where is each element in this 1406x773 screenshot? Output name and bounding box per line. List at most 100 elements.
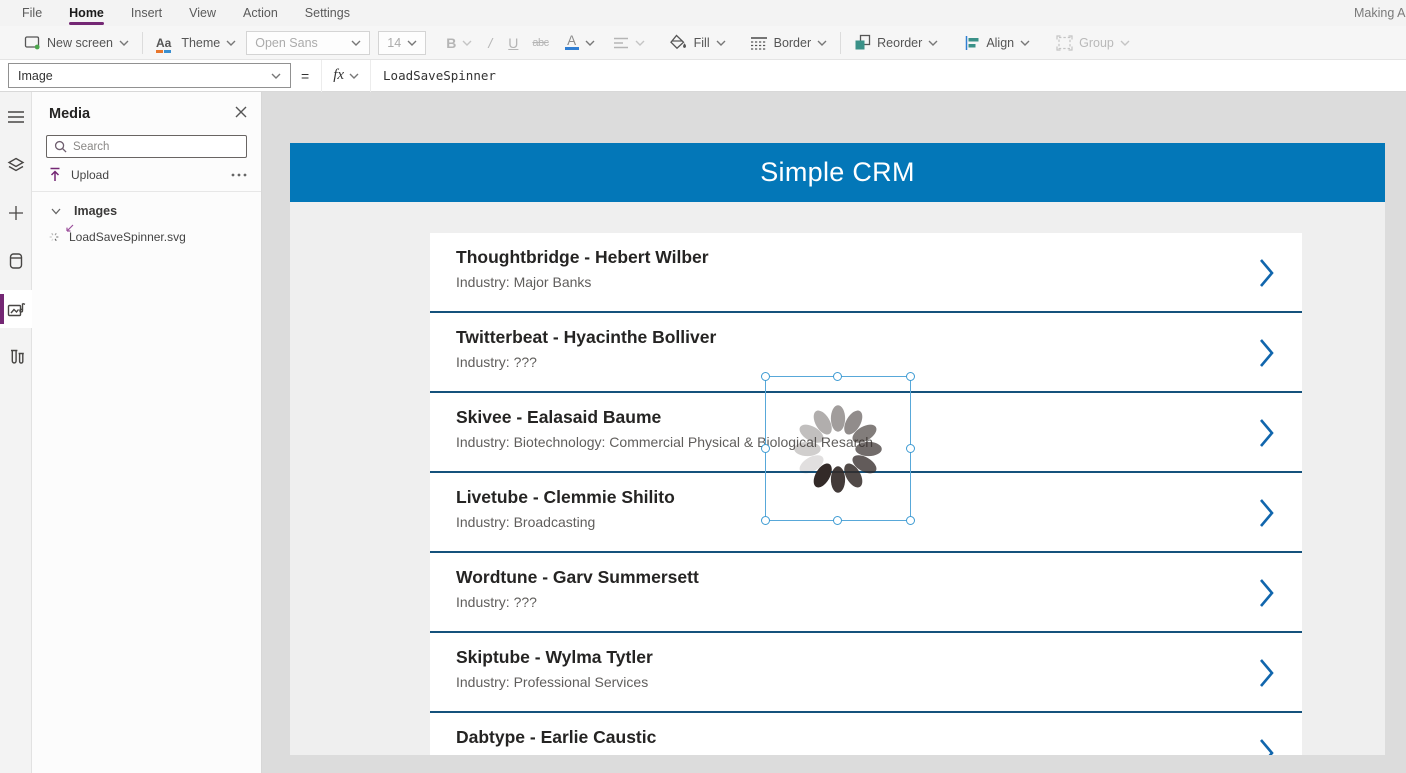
font-color-icon: A (564, 34, 579, 50)
font-color-button[interactable]: A (561, 30, 599, 56)
close-panel-button[interactable] (235, 105, 247, 123)
formula-bar: Image = fx LoadSaveSpinner (0, 59, 1406, 92)
more-options-button[interactable] (231, 173, 247, 177)
images-section-header[interactable]: Images (32, 192, 261, 218)
row-chevron-icon[interactable] (1259, 658, 1275, 688)
media-panel: Media Upload Images (32, 92, 262, 773)
rail-data-button[interactable] (0, 242, 32, 280)
app-title: Simple CRM (760, 157, 915, 187)
bold-button[interactable]: B (442, 30, 476, 56)
media-search-input[interactable] (73, 140, 213, 153)
row-chevron-icon[interactable] (1259, 338, 1275, 368)
chevron-down-icon (1120, 40, 1130, 46)
rail-advanced-tools-button[interactable] (0, 338, 32, 376)
selected-image-control[interactable] (761, 372, 915, 525)
row-chevron-icon[interactable] (1259, 498, 1275, 528)
fill-button[interactable]: Fill (665, 30, 730, 56)
row-chevron-icon[interactable] (1259, 418, 1275, 448)
group-button[interactable]: Group (1052, 30, 1134, 56)
loading-spinner-image (794, 404, 882, 493)
fill-bucket-icon (669, 34, 686, 50)
theme-button[interactable]: Aa Theme (152, 30, 240, 56)
data-icon (9, 253, 23, 269)
media-panel-title: Media (49, 106, 91, 122)
rail-insert-button[interactable] (0, 194, 32, 232)
selection-handle[interactable] (833, 516, 842, 525)
gallery-row[interactable]: Dabtype - Earlie Caustic (430, 713, 1302, 755)
italic-button[interactable]: / (484, 30, 496, 56)
row-chevron-icon[interactable] (1259, 578, 1275, 608)
search-icon (54, 140, 67, 153)
align-icon (966, 35, 979, 50)
left-rail (0, 92, 32, 773)
chevron-down-icon (462, 40, 472, 46)
selection-handle[interactable] (761, 443, 770, 453)
app-status-label: Making A (1354, 6, 1406, 20)
rail-tree-view-button[interactable] (0, 146, 32, 184)
new-screen-button[interactable]: New screen (20, 30, 133, 56)
group-icon (1056, 34, 1073, 51)
row-chevron-icon[interactable] (1259, 738, 1275, 755)
chevron-down-icon (635, 40, 645, 46)
chevron-down-icon (349, 73, 359, 79)
chevron-down-icon (351, 40, 361, 46)
menu-file[interactable]: File (22, 0, 42, 26)
gallery-row[interactable]: Thoughtbridge - Hebert Wilber Industry: … (430, 233, 1302, 313)
media-icon (7, 302, 25, 316)
media-search-box[interactable] (46, 135, 247, 158)
menu-home[interactable]: Home (69, 0, 104, 26)
spinner-file-icon (49, 232, 59, 242)
chevron-down-icon (817, 40, 827, 46)
reorder-icon (855, 34, 871, 50)
border-button[interactable]: Border (746, 30, 832, 56)
underline-button[interactable]: U (504, 30, 522, 56)
new-screen-icon (24, 35, 40, 49)
media-file-item[interactable]: LoadSaveSpinner.svg (32, 218, 261, 244)
menu-insert[interactable]: Insert (131, 0, 162, 26)
align-button[interactable]: Align (960, 30, 1034, 56)
advanced-tools-icon (10, 349, 24, 364)
menu-view[interactable]: View (189, 0, 216, 26)
chevron-down-icon (716, 40, 726, 46)
chevron-down-icon (226, 40, 236, 46)
selection-handle[interactable] (761, 516, 770, 525)
selection-handle[interactable] (906, 516, 915, 525)
strikethrough-button[interactable]: abc (528, 30, 552, 56)
tree-view-icon (7, 157, 25, 172)
font-size-select[interactable]: 14 (378, 30, 427, 55)
inserted-arrow-icon (66, 224, 74, 232)
reorder-button[interactable]: Reorder (850, 30, 942, 56)
toolbar-divider (142, 31, 143, 54)
text-align-button[interactable] (609, 30, 649, 56)
menu-settings[interactable]: Settings (305, 0, 350, 26)
equals-sign: = (301, 67, 310, 84)
font-family-select[interactable]: Open Sans (246, 30, 371, 55)
fx-icon: fx (333, 67, 345, 83)
property-select[interactable]: Image (8, 63, 291, 88)
text-align-icon (613, 37, 628, 48)
rail-hamburger-button[interactable] (0, 98, 32, 136)
gallery-row[interactable]: Skiptube - Wylma Tytler Industry: Profes… (430, 633, 1302, 713)
selection-handle[interactable] (906, 372, 915, 381)
chevron-down-icon (271, 73, 281, 79)
selection-handle[interactable] (761, 372, 770, 381)
selection-handle[interactable] (906, 443, 915, 453)
border-icon (750, 36, 767, 50)
selection-handle[interactable] (833, 372, 842, 381)
chevron-down-icon (51, 208, 61, 214)
menu-action[interactable]: Action (243, 0, 278, 26)
gallery-row[interactable]: Wordtune - Garv Summersett Industry: ??? (430, 553, 1302, 633)
chevron-down-icon (928, 40, 938, 46)
app-header-bar[interactable]: Simple CRM (290, 143, 1385, 202)
close-icon (235, 106, 247, 118)
formula-input[interactable]: LoadSaveSpinner (383, 68, 496, 83)
upload-button[interactable]: Upload (48, 167, 109, 182)
chevron-down-icon (407, 40, 417, 46)
rail-media-button[interactable] (0, 290, 32, 328)
fx-menu[interactable]: fx (321, 59, 372, 92)
row-chevron-icon[interactable] (1259, 258, 1275, 288)
toolbar-divider (840, 31, 842, 54)
chevron-down-icon (1020, 40, 1030, 46)
menu-bar: File Home Insert View Action Settings Ma… (0, 0, 1406, 26)
insert-plus-icon (9, 206, 23, 220)
